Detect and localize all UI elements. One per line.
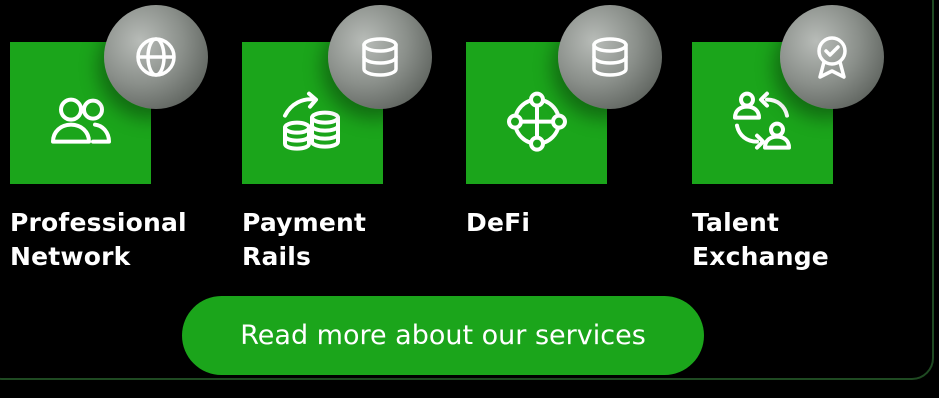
service-badge: [558, 5, 662, 109]
service-title-line1: Talent: [692, 208, 780, 237]
coins-transfer-icon: [282, 91, 340, 151]
service-badge: [328, 5, 432, 109]
globe-icon: [136, 37, 176, 77]
service-card-payment-rails[interactable]: Payment Rails: [232, 0, 462, 280]
service-badge: [104, 5, 208, 109]
service-title-line2: Exchange: [692, 242, 829, 271]
service-card-professional-network[interactable]: Professional Network: [0, 0, 230, 280]
database-icon: [362, 37, 398, 77]
service-title-line1: Professional: [10, 208, 187, 237]
service-title: DeFi: [466, 206, 530, 240]
read-more-services-button[interactable]: Read more about our services: [182, 296, 704, 375]
network-nodes-icon: [506, 91, 567, 152]
service-title-line2: Rails: [242, 242, 312, 271]
service-title-line1: DeFi: [466, 208, 531, 237]
service-title: Talent Exchange: [692, 206, 829, 274]
service-title-line2: Network: [10, 242, 131, 271]
service-title: Payment Rails: [242, 206, 366, 274]
services-section: Professional Network Payment Rails DeFi …: [0, 0, 939, 398]
service-card-defi[interactable]: DeFi: [456, 0, 686, 280]
database-icon: [592, 37, 628, 77]
service-title-line1: Payment: [242, 208, 367, 237]
service-card-talent-exchange[interactable]: Talent Exchange: [682, 0, 912, 280]
users-icon: [50, 97, 111, 144]
user-exchange-icon: [732, 91, 791, 150]
award-badge-icon: [817, 36, 847, 79]
service-badge: [780, 5, 884, 109]
service-title: Professional Network: [10, 206, 187, 274]
